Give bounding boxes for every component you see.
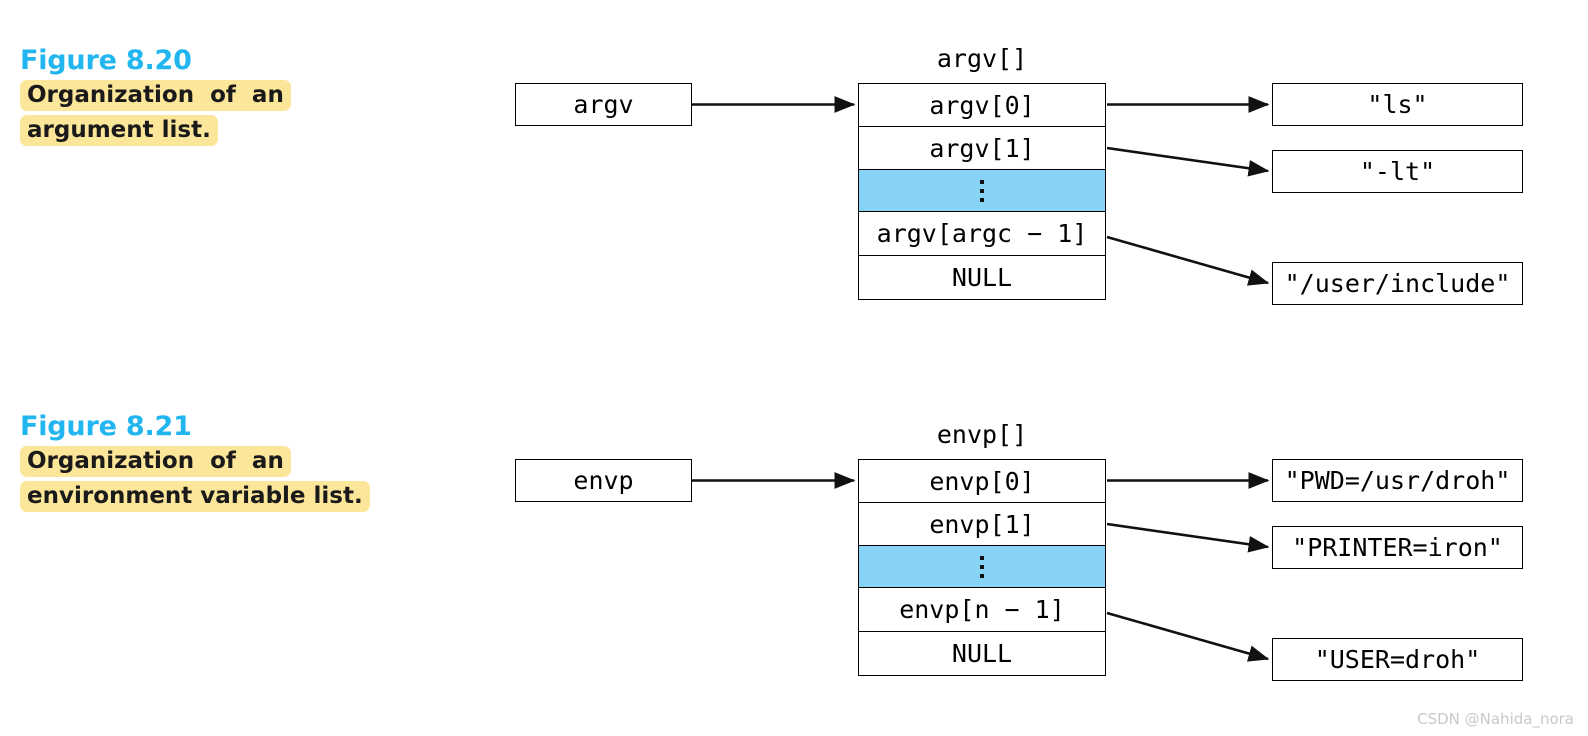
caption-line: environment variable list. [20,481,370,512]
string-box: "USER=droh" [1272,638,1523,681]
array-cell-label: argv[argc − 1] [876,219,1088,248]
array-cell: argv[0] [859,84,1105,127]
array-box-argv: argv[0] argv[1] argv[argc − 1] NULL [858,83,1106,300]
string-box: "-lt" [1272,150,1523,193]
array-cell: NULL [859,256,1105,299]
array-cell: envp[1] [859,503,1105,546]
array-cell-ellipsis [859,170,1105,212]
string-value: "/user/include" [1284,269,1511,298]
caption-line: argument list. [20,115,218,146]
array-cell: envp[n − 1] [859,588,1105,632]
vertical-ellipsis-icon [980,546,984,587]
figure-caption: Figure 8.21 Organization of an environme… [20,410,450,516]
caption-line: Organization of an [20,80,291,111]
array-cell-label: NULL [951,639,1013,668]
string-box: "PWD=/usr/droh" [1272,459,1523,502]
pointer-box-argv: argv [515,83,692,126]
array-cell-label: argv[0] [929,90,1035,120]
array-cell-label: envp[1] [929,509,1035,539]
array-cell-label: envp[n − 1] [899,595,1065,624]
array-cell: argv[1] [859,127,1105,170]
array-box-envp: envp[0] envp[1] envp[n − 1] NULL [858,459,1106,676]
figure-caption-body: Organization of an argument list. [20,80,450,146]
pointer-box-envp: envp [515,459,692,502]
figure-title: Figure 8.21 [20,411,192,442]
string-value: "PRINTER=iron" [1292,533,1503,562]
string-box: "ls" [1272,83,1523,126]
string-value: "USER=droh" [1314,645,1481,674]
figure-title: Figure 8.20 [20,45,192,76]
figure-8-20: Figure 8.20 Organization of an argument … [0,0,1588,368]
figure-8-21: Figure 8.21 Organization of an environme… [0,368,1588,736]
string-value: "-lt" [1359,157,1436,186]
string-box: "/user/include" [1272,262,1523,305]
array-title-envp: envp[] [936,420,1028,449]
figure-caption-body: Organization of an environment variable … [20,446,450,512]
pointer-label: envp [573,466,634,495]
string-value: "PWD=/usr/droh" [1284,466,1511,495]
pointer-label: argv [573,90,634,119]
watermark: CSDN @Nahida_nora [1417,710,1574,728]
array-cell-label: NULL [951,263,1013,292]
array-cell: NULL [859,632,1105,675]
string-value: "ls" [1367,90,1428,119]
caption-line: Organization of an [20,446,291,477]
string-box: "PRINTER=iron" [1272,526,1523,569]
array-cell: envp[0] [859,460,1105,503]
figure-caption: Figure 8.20 Organization of an argument … [20,44,450,150]
array-cell: argv[argc − 1] [859,212,1105,256]
array-cell-label: envp[0] [929,466,1035,496]
vertical-ellipsis-icon [980,170,984,211]
array-cell-ellipsis [859,546,1105,588]
array-title-argv: argv[] [936,44,1028,73]
array-cell-label: argv[1] [929,133,1035,163]
